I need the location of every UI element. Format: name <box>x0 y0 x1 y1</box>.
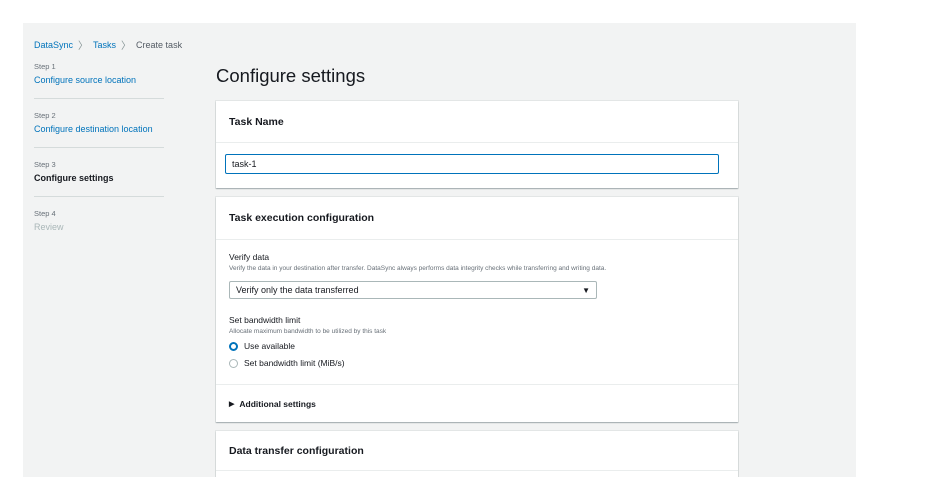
step-number: Step 3 <box>34 160 56 169</box>
bandwidth-description: Allocate maximum bandwidth to be utilize… <box>229 328 387 335</box>
wizard-steps: Step 1 Configure source location Step 2 … <box>34 62 164 257</box>
panel-title: Task Name <box>229 115 284 128</box>
additional-settings-toggle[interactable]: ▶ Additional settings <box>229 399 316 409</box>
breadcrumb-current: Create task <box>136 39 183 50</box>
step-3: Step 3 Configure settings <box>34 160 164 197</box>
panel-header: Data transfer configuration <box>216 431 738 471</box>
bandwidth-label: Set bandwidth limit <box>229 315 301 325</box>
task-name-panel: Task Name <box>216 101 738 188</box>
step-current-settings: Configure settings <box>34 173 114 183</box>
panel-title: Task execution configuration <box>229 212 375 224</box>
radio-label: Set bandwidth limit (MiB/s) <box>244 358 345 368</box>
step-2: Step 2 Configure destination location <box>34 111 164 148</box>
step-number: Step 2 <box>34 111 56 120</box>
data-transfer-panel: Data transfer configuration <box>216 431 738 477</box>
step-link-source[interactable]: Configure source location <box>34 74 164 86</box>
panel-header: Task execution configuration <box>216 197 738 240</box>
select-value: Verify only the data transferred <box>236 285 359 295</box>
console-frame: DataSync 〉 Tasks 〉 Create task Step 1 Co… <box>23 23 856 477</box>
step-link-destination[interactable]: Configure destination location <box>34 123 164 135</box>
page-title: Configure settings <box>216 65 366 86</box>
step-review: Review <box>34 222 64 232</box>
radio-set-limit[interactable]: Set bandwidth limit (MiB/s) <box>229 358 345 368</box>
breadcrumb: DataSync 〉 Tasks 〉 Create task <box>34 37 183 53</box>
caret-right-icon: ▶ <box>229 401 235 408</box>
breadcrumb-tasks[interactable]: Tasks <box>93 40 116 50</box>
panel-header: Task Name <box>216 101 738 143</box>
step-1: Step 1 Configure source location <box>34 62 164 99</box>
step-4: Step 4 Review <box>34 209 164 245</box>
chevron-right-icon: 〉 <box>78 41 89 52</box>
radio-checked-icon <box>229 341 238 351</box>
step-number: Step 4 <box>34 209 56 218</box>
chevron-right-icon: 〉 <box>121 41 132 52</box>
task-execution-panel: Task execution configuration Verify data… <box>216 197 738 422</box>
verify-data-label: Verify data <box>229 252 270 262</box>
step-number: Step 1 <box>34 62 56 71</box>
divider <box>216 384 738 385</box>
panel-title: Data transfer configuration <box>229 444 364 457</box>
expander-label: Additional settings <box>239 399 316 409</box>
radio-use-available[interactable]: Use available <box>229 341 295 351</box>
task-name-input[interactable] <box>225 154 719 174</box>
verify-data-description: Verify the data in your destination afte… <box>229 265 607 272</box>
breadcrumb-datasync[interactable]: DataSync <box>34 40 73 50</box>
radio-unchecked-icon <box>229 358 238 368</box>
caret-down-icon: ▼ <box>582 285 590 295</box>
verify-data-select[interactable]: Verify only the data transferred ▼ <box>229 281 597 299</box>
radio-label: Use available <box>244 341 296 351</box>
